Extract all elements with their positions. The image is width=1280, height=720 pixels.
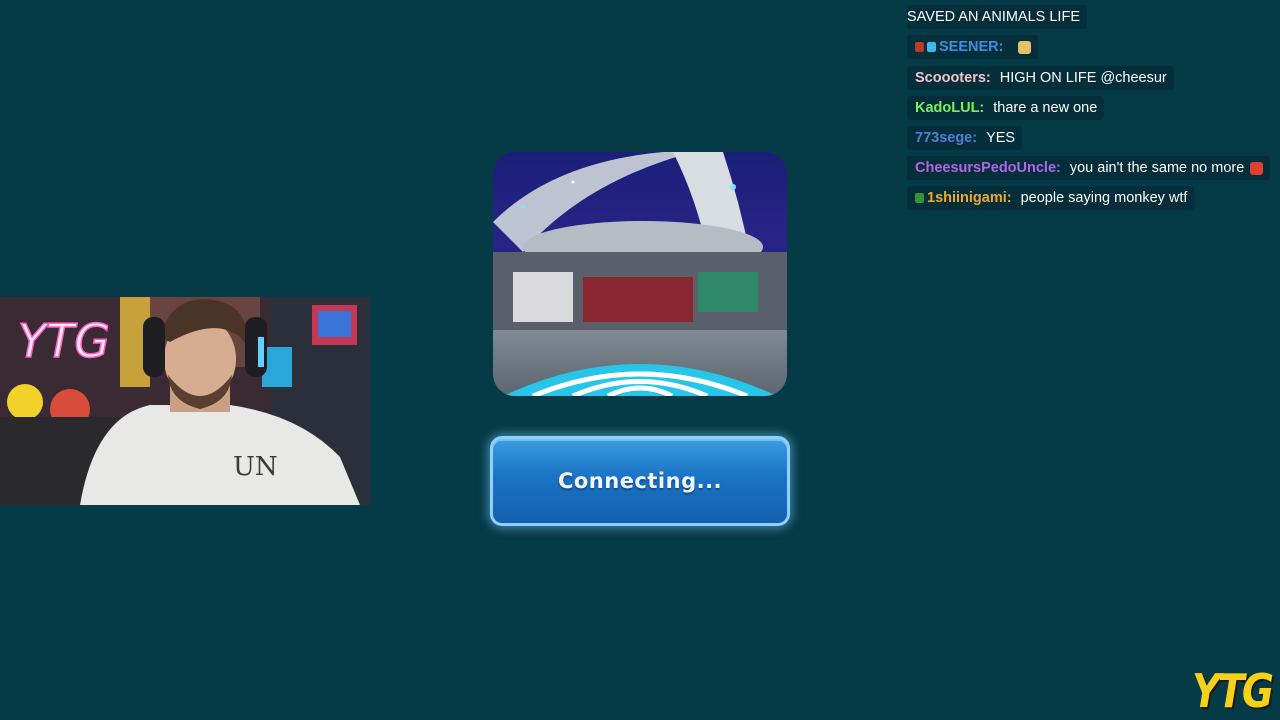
fries-emote-icon bbox=[1250, 161, 1264, 175]
chat-username: KadoLUL: bbox=[915, 100, 985, 116]
chat-message-text: people saying monkey wtf bbox=[1020, 190, 1188, 206]
chat-message: SEENER: bbox=[907, 35, 1039, 59]
connecting-button[interactable]: Connecting... bbox=[490, 436, 790, 526]
chat-message: KadoLUL: thare a new one bbox=[907, 96, 1105, 120]
webcam-feed: UN YTG bbox=[0, 297, 370, 505]
chat-message: SAVED AN ANIMALS LIFE bbox=[907, 5, 1087, 29]
ytg-logo: YTG bbox=[1192, 664, 1274, 718]
chat-username: Scoooters: bbox=[915, 70, 991, 86]
chat-username: CheesursPedoUncle: bbox=[915, 160, 1061, 176]
chat-username: SEENER: bbox=[939, 39, 1004, 55]
map-preview-image bbox=[493, 152, 787, 396]
chat-message-text: SAVED AN ANIMALS LIFE bbox=[907, 9, 1080, 25]
blue-gem-badge-icon bbox=[927, 42, 936, 52]
chat-message: CheesursPedoUncle: you ain't the same no… bbox=[907, 156, 1271, 180]
chat-message: 1shiinigami: people saying monkey wtf bbox=[907, 186, 1195, 210]
chat-username: 1shiinigami: bbox=[927, 190, 1012, 206]
chat-username: 773sege: bbox=[915, 130, 978, 146]
ytg-badge-icon bbox=[915, 193, 924, 203]
red-badge-icon bbox=[915, 42, 924, 52]
chat-message-text: YES bbox=[986, 130, 1016, 146]
neon-sign: YTG bbox=[18, 314, 110, 368]
chat-message-text: HIGH ON LIFE @cheesur bbox=[999, 70, 1167, 86]
chat-message: Scoooters: HIGH ON LIFE @cheesur bbox=[907, 66, 1174, 90]
chat-message-text: you ain't the same no more bbox=[1069, 160, 1245, 176]
chat-message: 773sege: YES bbox=[907, 126, 1023, 150]
connecting-label: Connecting... bbox=[557, 469, 723, 493]
shirt-logo: UN bbox=[233, 452, 278, 482]
chat-message-text: thare a new one bbox=[993, 100, 1098, 116]
cheese-emote-icon bbox=[1018, 40, 1032, 54]
